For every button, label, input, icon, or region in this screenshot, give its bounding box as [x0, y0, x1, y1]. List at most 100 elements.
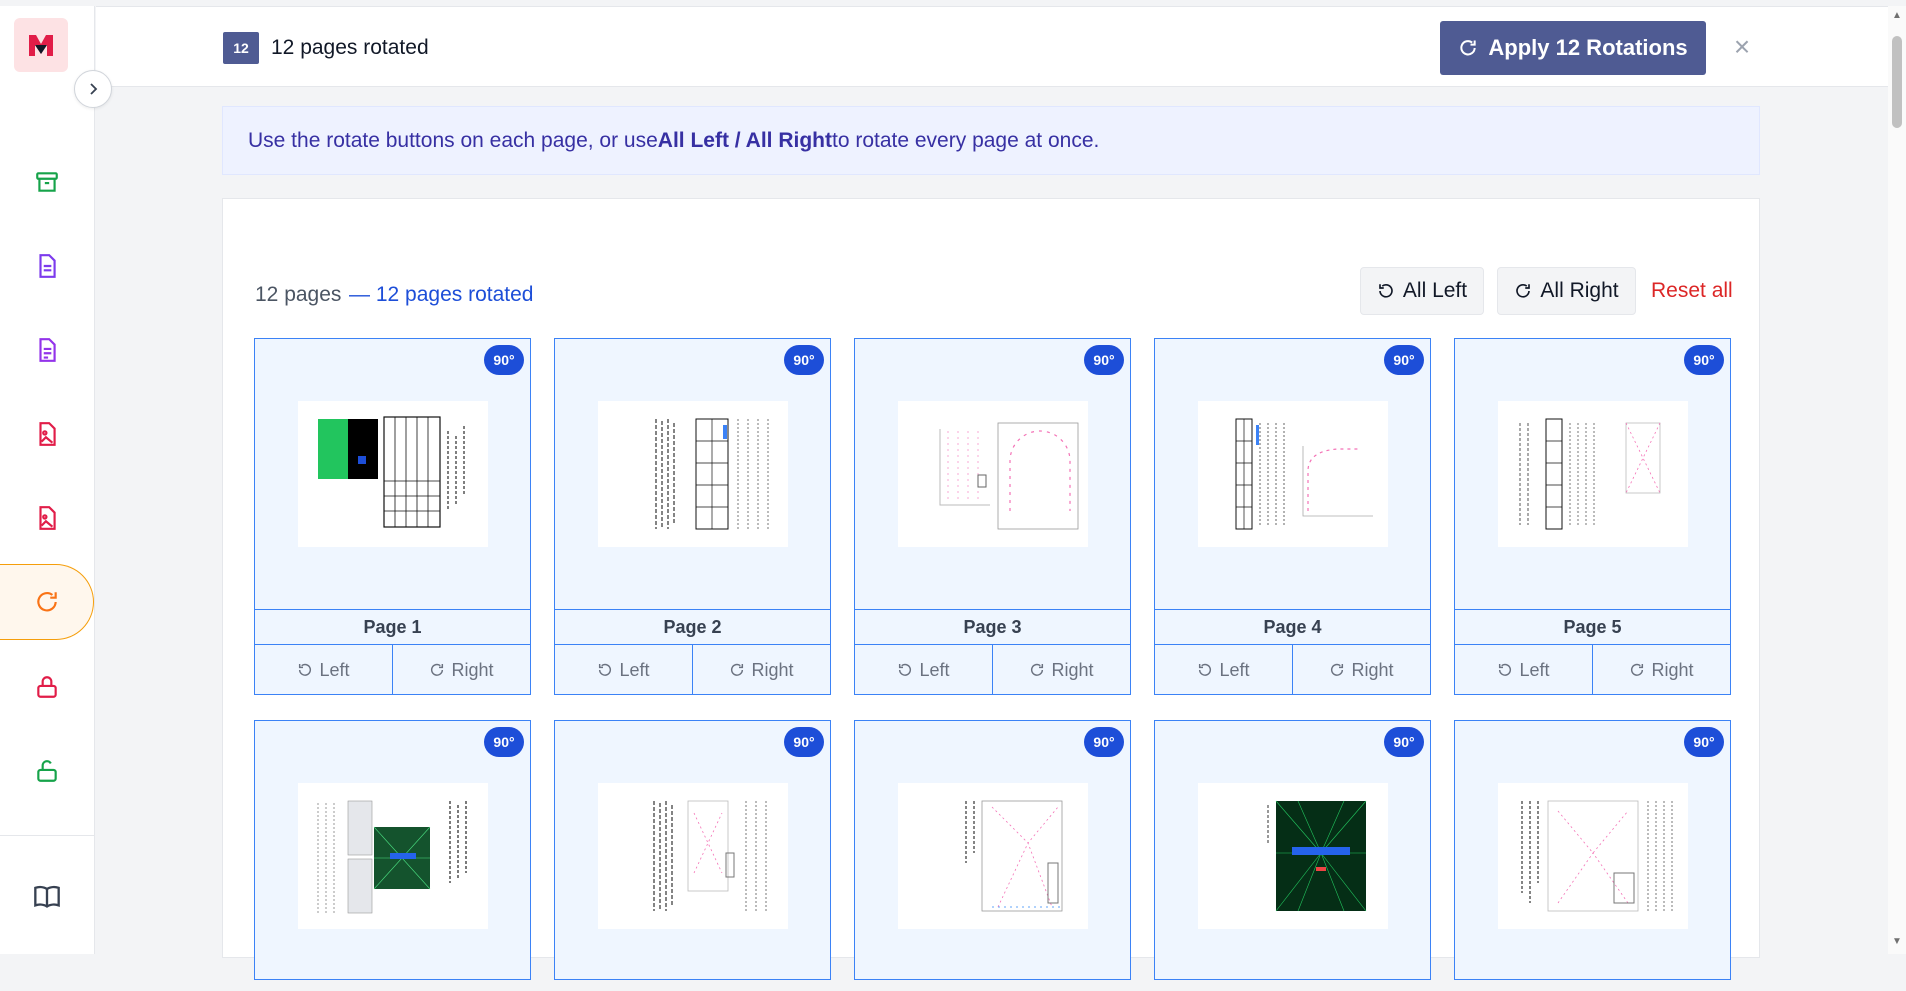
pages-rotated-status: — 12 pages rotated [349, 283, 534, 306]
rotate-icon [36, 592, 57, 612]
page-thumbnail-area[interactable]: 90° [555, 721, 830, 991]
page-thumbnail-area[interactable]: 90° [555, 339, 830, 609]
rotate-left-button[interactable]: Left [555, 645, 692, 695]
page-card[interactable]: 90° Page 2 Left Right [554, 338, 831, 695]
page-label: Page 2 [555, 609, 830, 645]
scroll-down-arrow-icon[interactable]: ▼ [1891, 936, 1903, 948]
rotation-badge: 90° [484, 345, 524, 375]
sidebar-item-document[interactable] [0, 228, 94, 304]
page-thumbnail [898, 401, 1088, 547]
unlock-icon [37, 760, 57, 782]
rotate-left-label: Left [319, 659, 350, 680]
page-card[interactable]: 90° Page 1 Left Right [254, 338, 531, 695]
page-card[interactable]: 90° [1154, 720, 1431, 980]
page-card[interactable]: 90° Page 4 Left Right [1154, 338, 1431, 695]
pdf-logo-icon[interactable] [14, 18, 68, 72]
image-file-alt-icon [39, 506, 56, 530]
sidebar-item-image-alt[interactable] [0, 480, 94, 556]
page-thumbnail-area[interactable]: 90° [855, 339, 1130, 609]
page-thumbnail-area[interactable]: 90° [1455, 721, 1730, 991]
info-banner: Use the rotate buttons on each page, or … [222, 106, 1760, 175]
close-button[interactable]: × [1724, 29, 1760, 65]
all-left-button[interactable]: All Left [1360, 267, 1484, 315]
page-thumbnail-area[interactable]: 90° [255, 721, 530, 991]
collapse-sidebar-button[interactable] [74, 70, 112, 108]
sidebar-item-archive[interactable] [0, 144, 94, 220]
scroll-thumb[interactable] [1892, 36, 1902, 128]
sidebar-item-unlock[interactable] [0, 733, 94, 809]
rotate-left-icon [1379, 283, 1393, 298]
banner-text-post: to rotate every page at once. [832, 128, 1100, 152]
sidebar-item-rotate[interactable] [0, 564, 94, 640]
rotate-right-button[interactable]: Right [692, 645, 830, 695]
page-label: Page 1 [255, 609, 530, 645]
rotation-badge: 90° [1384, 727, 1424, 757]
all-right-button[interactable]: All Right [1497, 267, 1636, 315]
rotation-badge: 90° [1384, 345, 1424, 375]
rotate-right-icon [731, 663, 744, 676]
rotate-right-button[interactable]: Right [392, 645, 530, 695]
page-label: Page 3 [855, 609, 1130, 645]
page-label: Page 4 [1155, 609, 1430, 645]
rotate-left-button[interactable]: Left [1155, 645, 1292, 695]
rotate-right-icon [431, 663, 444, 676]
page-thumbnail-area[interactable]: 90° [255, 339, 530, 609]
sidebar-item-image[interactable] [0, 396, 94, 472]
page-thumbnail [1198, 783, 1388, 929]
rotate-right-label: Right [751, 659, 794, 680]
page-thumbnail [598, 401, 788, 547]
page-card[interactable]: 90° [1454, 720, 1731, 980]
page-card[interactable]: 90° Page 5 Left Right [1454, 338, 1731, 695]
rotate-right-icon [1631, 663, 1644, 676]
rotate-left-icon [899, 663, 912, 676]
banner-text-pre: Use the rotate buttons on each page, or … [248, 128, 658, 152]
rotate-left-icon [1199, 663, 1212, 676]
reset-all-button[interactable]: Reset all [1651, 279, 1733, 303]
top-bar: 12 12 pages rotated Apply 12 Rotations × [96, 6, 1888, 87]
page-thumbnail [298, 401, 488, 547]
sidebar-item-document-lines[interactable] [0, 312, 94, 388]
close-icon: × [1733, 31, 1751, 62]
page-card[interactable]: 90° Page 3 Left Right [854, 338, 1131, 695]
rotate-left-button[interactable]: Left [255, 645, 392, 695]
rotate-right-button[interactable]: Right [1592, 645, 1730, 695]
page-thumbnail [298, 783, 488, 929]
page-thumbnail-area[interactable]: 90° [1455, 339, 1730, 609]
page-thumbnail-area[interactable]: 90° [1155, 721, 1430, 991]
rotated-count-badge: 12 [223, 32, 259, 64]
scroll-up-arrow-icon[interactable]: ▲ [1891, 10, 1903, 22]
rotation-badge: 90° [784, 727, 824, 757]
page-card[interactable]: 90° [854, 720, 1131, 980]
page-card[interactable]: 90° [554, 720, 831, 980]
page-thumbnail-area[interactable]: 90° [855, 721, 1130, 991]
rotate-left-label: Left [1219, 659, 1250, 680]
rotation-badge: 90° [1084, 727, 1124, 757]
rotation-badge: 90° [484, 727, 524, 757]
sidebar-item-docs[interactable] [0, 858, 94, 934]
page-scrollbar[interactable]: ▲ ▼ [1888, 6, 1906, 954]
rotate-right-icon [1331, 663, 1344, 676]
apply-rotations-button[interactable]: Apply 12 Rotations [1440, 21, 1706, 75]
rotate-right-icon [1516, 283, 1531, 298]
pages-count: 12 pages [255, 283, 342, 306]
page-thumbnail [1498, 783, 1688, 929]
rotate-right-label: Right [1351, 659, 1394, 680]
rotate-right-button[interactable]: Right [1292, 645, 1430, 695]
rotate-left-button[interactable]: Left [855, 645, 992, 695]
sidebar-item-lock[interactable] [0, 649, 94, 725]
rotate-right-icon [1031, 663, 1044, 676]
pages-panel: 12 pages — 12 pages rotated All Left All… [222, 198, 1760, 980]
lock-icon [37, 676, 57, 698]
rotate-right-label: Right [451, 659, 494, 680]
page-card[interactable]: 90° [254, 720, 531, 980]
sidebar-divider [0, 835, 94, 836]
rotate-right-button[interactable]: Right [992, 645, 1130, 695]
rotated-status-title: 12 pages rotated [271, 36, 429, 59]
rotate-right-icon [1460, 40, 1477, 56]
page-thumbnail [1198, 401, 1388, 547]
archive-icon [36, 172, 58, 192]
document-lines-icon [39, 338, 56, 362]
document-icon [39, 254, 56, 278]
page-thumbnail-area[interactable]: 90° [1155, 339, 1430, 609]
rotate-left-button[interactable]: Left [1455, 645, 1592, 695]
